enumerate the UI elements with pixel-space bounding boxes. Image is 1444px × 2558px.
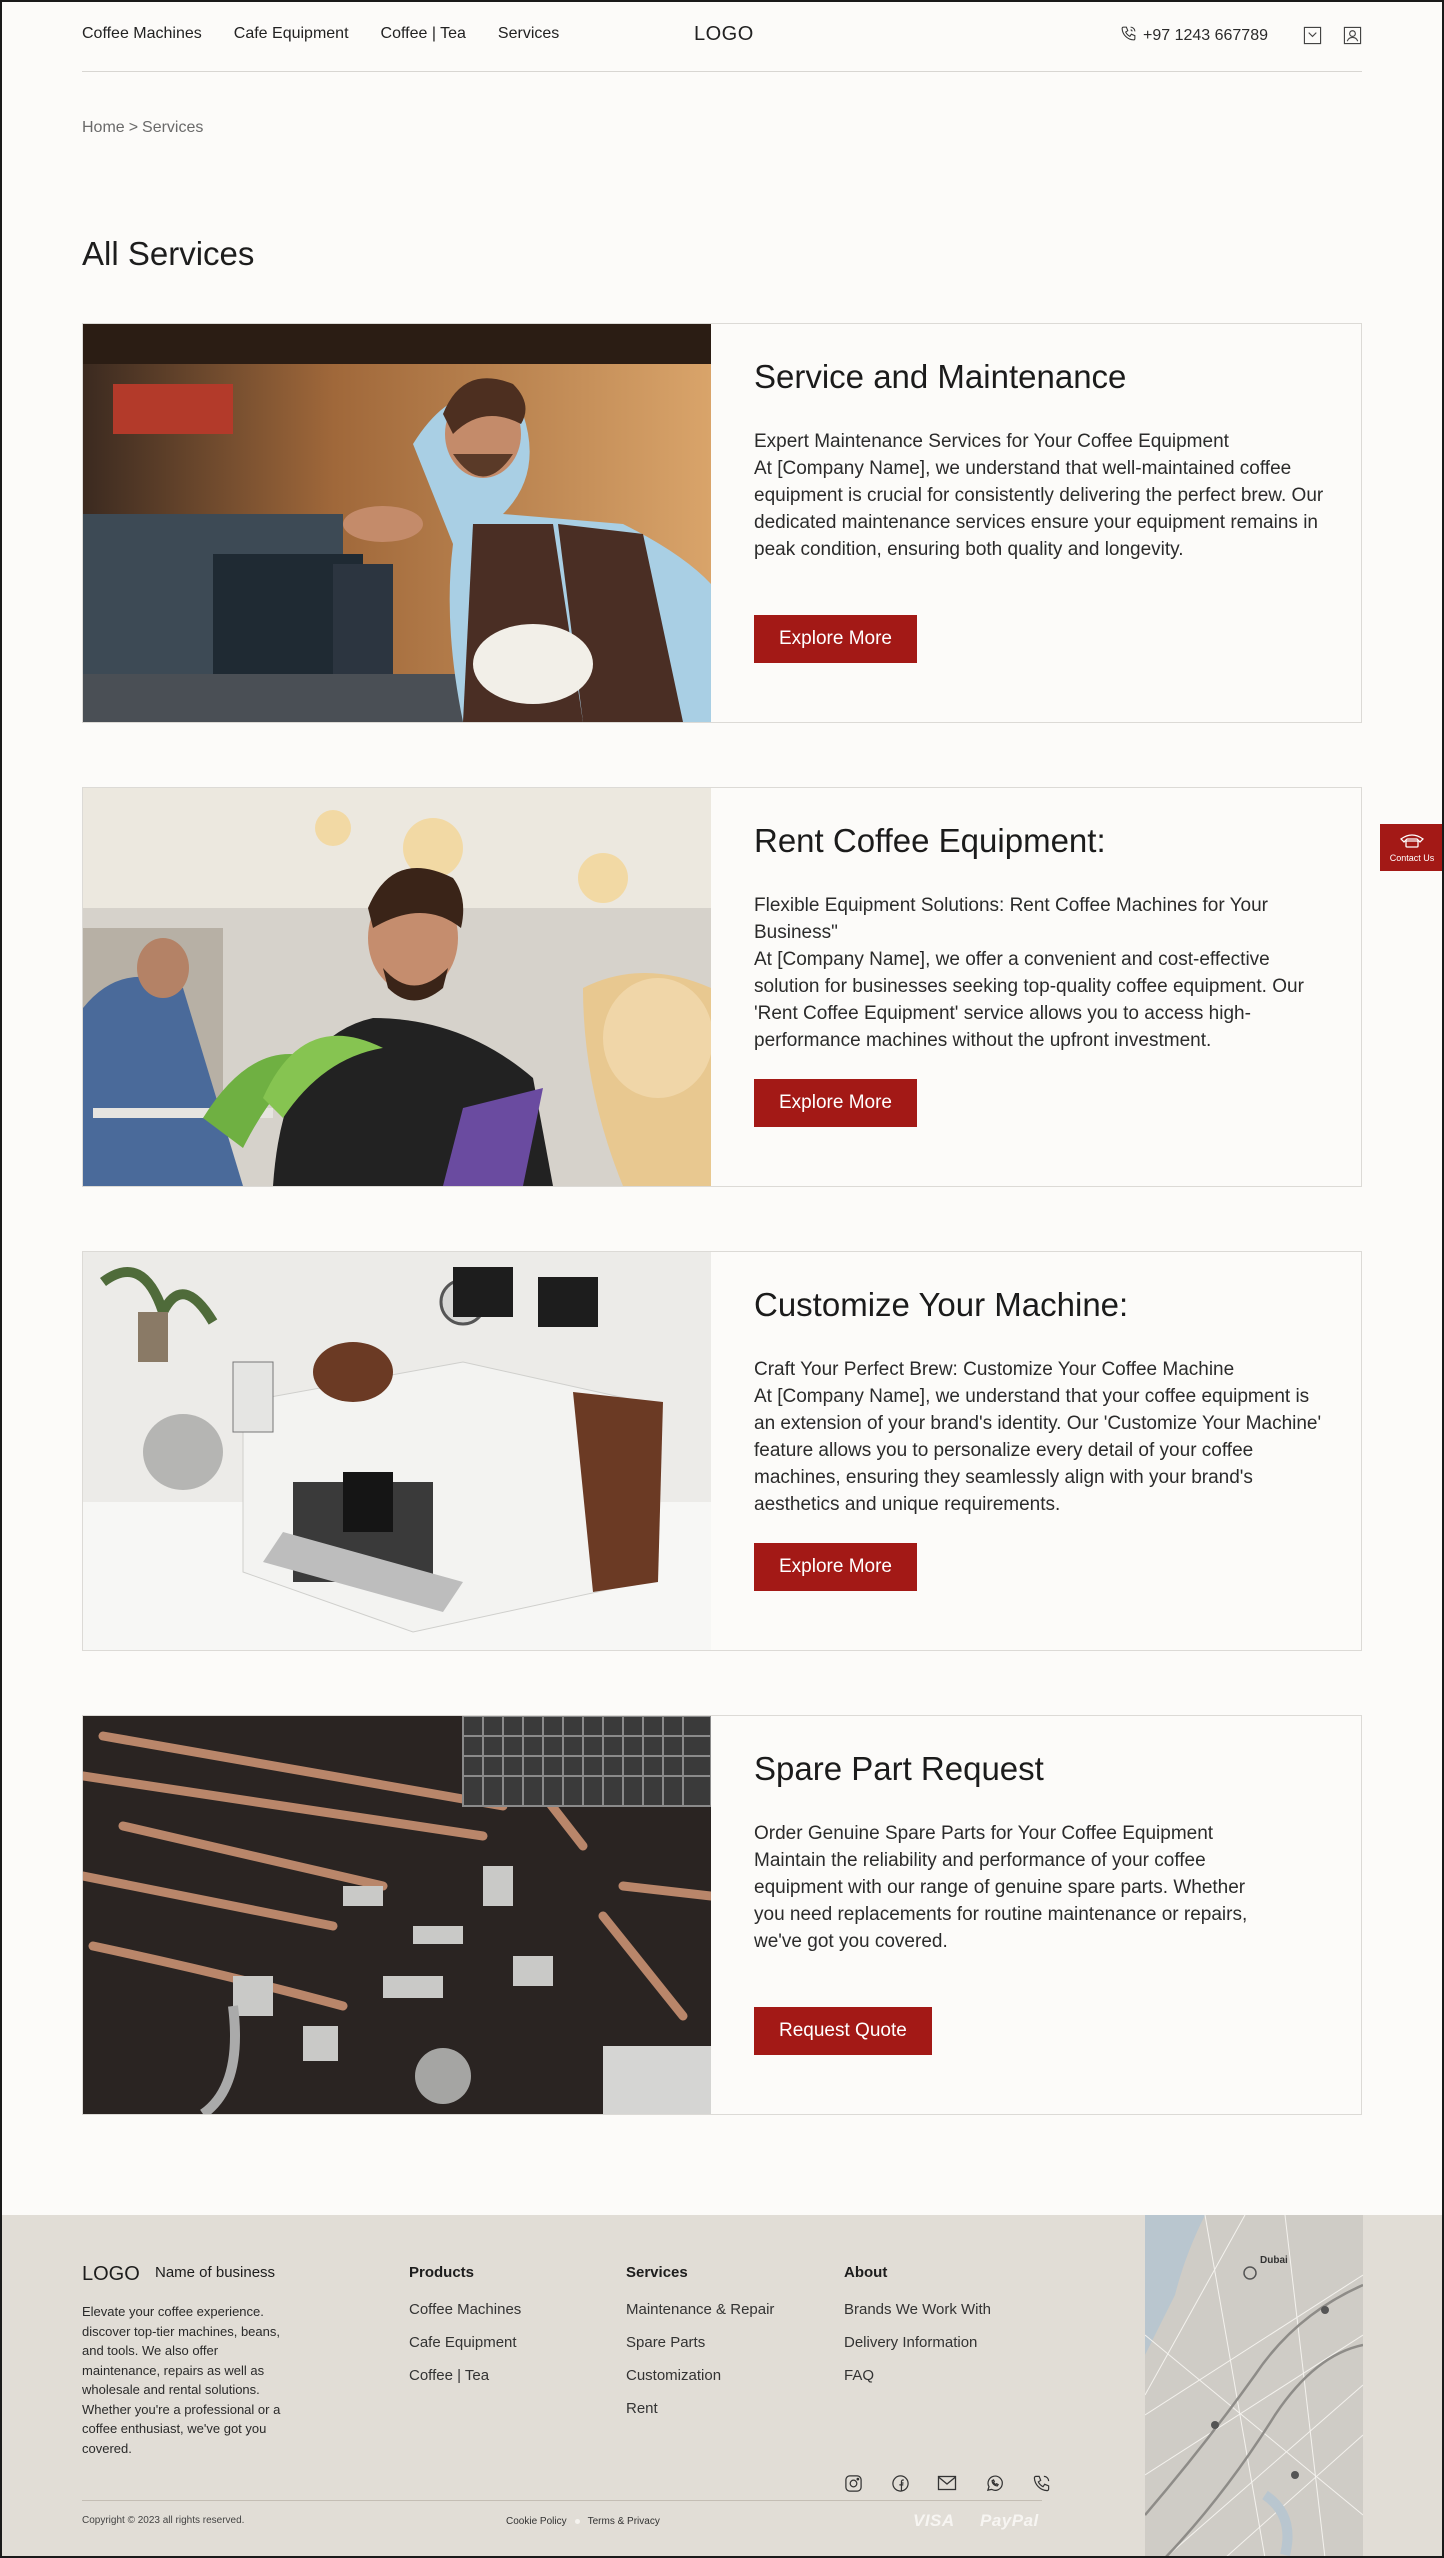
footer-products-column: Products Coffee Machines Cafe Equipment … — [409, 2264, 521, 2400]
footer-divider — [82, 2500, 1042, 2501]
request-quote-button[interactable]: Request Quote — [754, 2007, 932, 2055]
explore-more-button[interactable]: Explore More — [754, 1079, 917, 1127]
phone-icon[interactable] — [1031, 2473, 1051, 2493]
service-description: At [Company Name], we understand that yo… — [754, 1386, 1322, 1515]
service-subtitle: Expert Maintenance Services for Your Cof… — [754, 431, 1229, 452]
footer-link[interactable]: Coffee | Tea — [409, 2367, 521, 2384]
service-title: Customize Your Machine: — [754, 1286, 1129, 1323]
footer-logo[interactable]: LOGO — [82, 2263, 140, 2286]
service-image-cafe-man — [83, 788, 711, 1186]
account-icon[interactable] — [1342, 25, 1362, 45]
footer-link[interactable]: Spare Parts — [626, 2334, 774, 2351]
service-description: At [Company Name], we understand that we… — [754, 458, 1324, 560]
service-image-barista — [83, 324, 711, 722]
service-subtitle: Flexible Equipment Solutions: Rent Coffe… — [754, 895, 1269, 943]
service-subtitle: Order Genuine Spare Parts for Your Coffe… — [754, 1823, 1214, 1844]
service-subtitle: Craft Your Perfect Brew: Customize Your … — [754, 1359, 1235, 1380]
nav-services[interactable]: Services — [498, 25, 559, 43]
whatsapp-icon[interactable] — [984, 2473, 1004, 2493]
telephone-icon — [1399, 832, 1425, 850]
service-content: Rent Coffee Equipment: Flexible Equipmen… — [711, 788, 1361, 1186]
page-title: All Services — [82, 235, 255, 272]
service-card-customize: Customize Your Machine: Craft Your Perfe… — [82, 1251, 1362, 1651]
contact-us-tab[interactable]: Contact Us — [1380, 824, 1444, 871]
footer-link[interactable]: Maintenance & Repair — [626, 2301, 774, 2318]
location-map[interactable]: Dubai — [1145, 2215, 1363, 2558]
cookie-policy-link[interactable]: Cookie Policy — [506, 2516, 567, 2527]
copyright: Copyright © 2023 all rights reserved. — [82, 2515, 245, 2526]
service-content: Service and Maintenance Expert Maintenan… — [711, 324, 1361, 722]
footer-services-column: Services Maintenance & Repair Spare Part… — [626, 2264, 774, 2433]
social-links — [843, 2473, 1051, 2493]
footer-link[interactable]: Coffee Machines — [409, 2301, 521, 2318]
service-title: Rent Coffee Equipment: — [754, 822, 1106, 859]
footer-column-heading: About — [844, 2264, 888, 2281]
nav-coffee-machines[interactable]: Coffee Machines — [82, 25, 202, 43]
contact-us-label: Contact Us — [1389, 853, 1435, 863]
footer-column-heading: Services — [626, 2264, 688, 2281]
service-card-rent: Rent Coffee Equipment: Flexible Equipmen… — [82, 787, 1362, 1187]
site-footer: LOGO Name of business Elevate your coffe… — [0, 2215, 1444, 2558]
service-image-spare-parts — [83, 1716, 711, 2114]
service-description: Maintain the reliability and performance… — [754, 1850, 1248, 1952]
map-city-label: Dubai — [1260, 2255, 1288, 2266]
service-description: At [Company Name], we offer a convenient… — [754, 949, 1304, 1051]
footer-link[interactable]: Customization — [626, 2367, 774, 2384]
site-header: Coffee Machines Cafe Equipment Coffee | … — [82, 0, 1362, 72]
service-title: Spare Part Request — [754, 1750, 1044, 1787]
cart-icon[interactable] — [1302, 25, 1322, 45]
explore-more-button[interactable]: Explore More — [754, 615, 917, 663]
instagram-icon[interactable] — [843, 2473, 863, 2493]
terms-privacy-link[interactable]: Terms & Privacy — [588, 2516, 660, 2527]
breadcrumb-current: Services — [142, 119, 204, 136]
breadcrumb: Home > Services — [82, 119, 203, 137]
breadcrumb-separator: > — [128, 119, 139, 136]
service-card-spare-parts: Spare Part Request Order Genuine Spare P… — [82, 1715, 1362, 2115]
header-phone[interactable]: +97 1243 667789 — [1120, 25, 1268, 47]
facebook-icon[interactable] — [890, 2473, 910, 2493]
service-card-maintenance: Service and Maintenance Expert Maintenan… — [82, 323, 1362, 723]
site-logo[interactable]: LOGO — [694, 23, 754, 46]
mail-icon[interactable] — [937, 2473, 957, 2493]
service-content: Customize Your Machine: Craft Your Perfe… — [711, 1252, 1361, 1650]
service-image-espresso-machine — [83, 1252, 711, 1650]
nav-coffee-tea[interactable]: Coffee | Tea — [381, 25, 466, 43]
footer-link[interactable]: FAQ — [844, 2367, 991, 2384]
phone-number: +97 1243 667789 — [1142, 27, 1268, 44]
service-content: Spare Part Request Order Genuine Spare P… — [711, 1716, 1361, 2114]
paypal-logo: PayPal — [980, 2511, 1039, 2530]
main-nav: Coffee Machines Cafe Equipment Coffee | … — [82, 25, 559, 43]
business-name: Name of business — [155, 2264, 276, 2281]
explore-more-button[interactable]: Explore More — [754, 1543, 917, 1591]
service-title: Service and Maintenance — [754, 358, 1127, 395]
footer-about-column: About Brands We Work With Delivery Infor… — [844, 2264, 991, 2400]
dot-separator — [574, 2519, 580, 2524]
footer-column-heading: Products — [409, 2264, 475, 2281]
phone-icon — [1120, 25, 1137, 47]
footer-link[interactable]: Rent — [626, 2400, 774, 2417]
footer-link[interactable]: Cafe Equipment — [409, 2334, 521, 2351]
nav-cafe-equipment[interactable]: Cafe Equipment — [234, 25, 349, 43]
footer-link[interactable]: Brands We Work With — [844, 2301, 991, 2318]
breadcrumb-home[interactable]: Home — [82, 119, 125, 137]
footer-link[interactable]: Delivery Information — [844, 2334, 991, 2351]
visa-logo: VISA — [913, 2511, 955, 2530]
legal-links: Cookie Policy Terms & Privacy — [506, 2516, 660, 2527]
footer-about-text: Elevate your coffee experience. discover… — [82, 2304, 281, 2456]
